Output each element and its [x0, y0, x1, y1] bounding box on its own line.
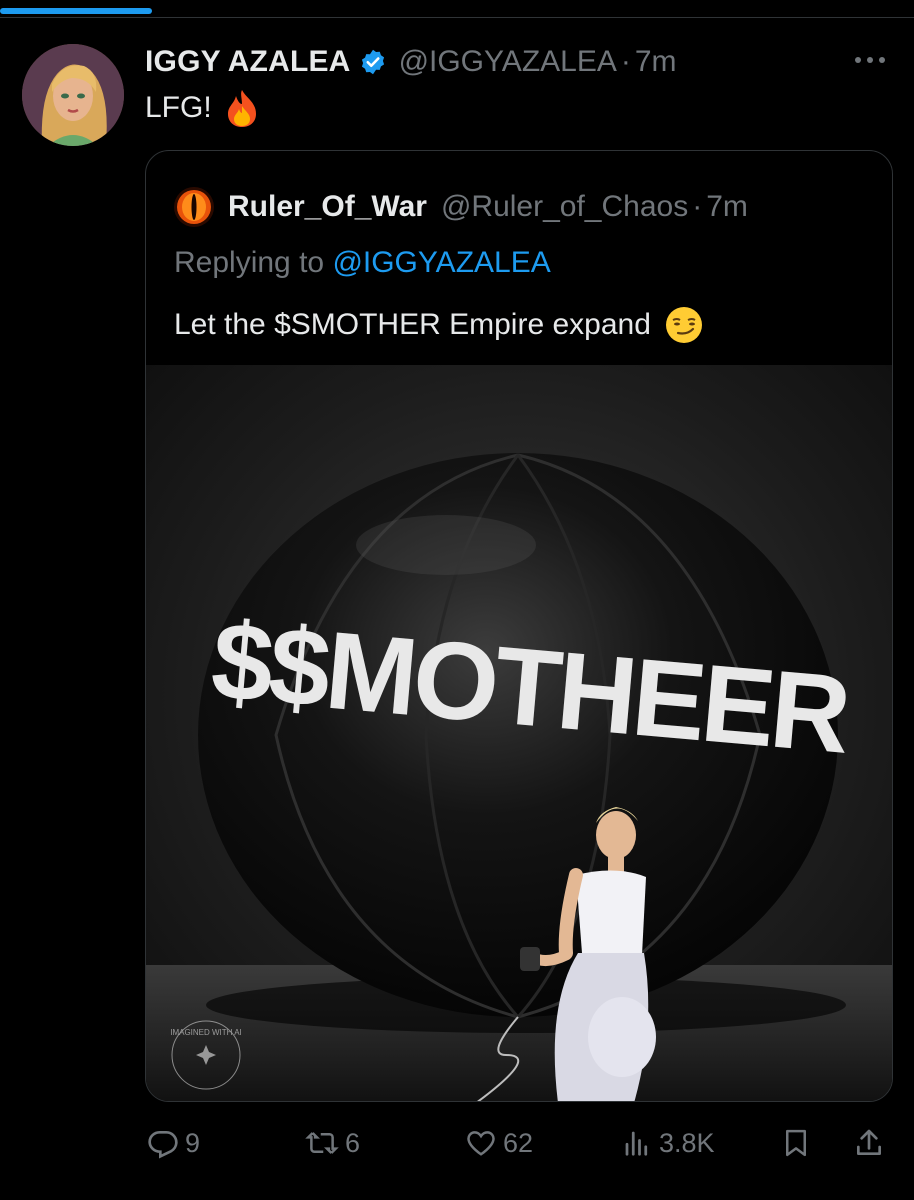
tweet-actions: 9 6 62 3.8K	[145, 1118, 893, 1168]
avatar[interactable]	[22, 44, 124, 146]
tweet-header: IGGY AZALEA @IGGYAZALEA · 7m	[145, 44, 677, 80]
bookmark-button[interactable]	[781, 1118, 811, 1168]
author-handle[interactable]: @IGGYAZALEA	[399, 45, 617, 79]
balloon-image: $$MOTHEER IMAGINED WITH AI	[146, 365, 892, 1101]
reply-icon	[148, 1131, 178, 1159]
progress-indicator	[0, 8, 152, 14]
replying-to-line: Replying to @IGGYAZALEA	[174, 246, 551, 280]
avatar-illustration	[22, 44, 124, 146]
watermark-text: IMAGINED WITH AI	[170, 1028, 242, 1037]
like-count: 62	[503, 1127, 534, 1158]
replying-to-mention[interactable]: @IGGYAZALEA	[332, 246, 550, 279]
quoted-author-handle[interactable]: @Ruler_of_Chaos	[441, 190, 688, 224]
view-count: 3.8K	[659, 1127, 715, 1158]
top-bar	[0, 0, 914, 18]
quoted-tweet[interactable]: Ruler_Of_War @Ruler_of_Chaos · 7m Replyi…	[145, 150, 893, 1102]
quoted-avatar[interactable]	[174, 187, 214, 227]
share-button[interactable]	[853, 1118, 885, 1168]
reply-button[interactable]: 9	[147, 1118, 200, 1168]
share-icon	[857, 1129, 881, 1155]
quoted-timestamp[interactable]: 7m	[706, 190, 748, 224]
replying-prefix: Replying to	[174, 246, 333, 279]
reply-count: 9	[185, 1127, 201, 1158]
separator-dot: ·	[620, 45, 631, 78]
more-options-icon[interactable]	[852, 50, 888, 70]
quoted-tweet-image[interactable]: $$MOTHEER IMAGINED WITH AI	[146, 365, 892, 1101]
tweet-body: LFG!	[145, 91, 212, 124]
author-name[interactable]: IGGY AZALEA	[145, 45, 351, 79]
tweet-text: LFG!	[145, 88, 260, 128]
quoted-author-name[interactable]: Ruler_Of_War	[228, 190, 427, 224]
repost-button[interactable]: 6	[305, 1118, 360, 1168]
separator-dot: ·	[692, 190, 703, 223]
quoted-tweet-body: Let the $SMOTHER Empire expand	[174, 308, 651, 341]
views-button[interactable]: 3.8K	[621, 1118, 715, 1168]
views-icon	[625, 1131, 648, 1156]
fire-emoji-icon	[224, 88, 260, 128]
repost-icon	[305, 1132, 339, 1154]
verified-badge-icon	[359, 48, 387, 76]
smirk-emoji-icon	[665, 306, 703, 344]
repost-count: 6	[345, 1127, 361, 1158]
bookmark-icon	[786, 1129, 806, 1157]
timestamp[interactable]: 7m	[635, 45, 677, 79]
like-button[interactable]: 62	[465, 1118, 533, 1168]
heart-icon	[467, 1131, 495, 1156]
quoted-tweet-header: Ruler_Of_War @Ruler_of_Chaos · 7m	[174, 187, 748, 227]
quoted-tweet-text: Let the $SMOTHER Empire expand	[174, 306, 703, 344]
